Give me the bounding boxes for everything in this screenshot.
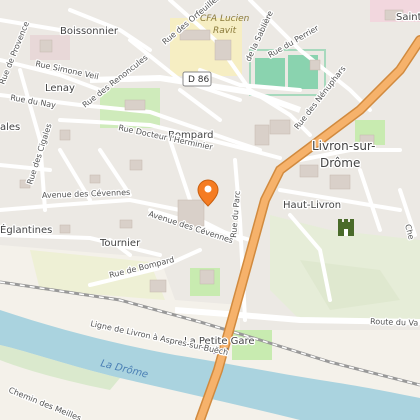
poi-label-cfa-line2: Ravit [213, 26, 237, 36]
place-label-ales: ales [0, 122, 20, 133]
town-label-livron-line2: Drôme [320, 156, 360, 170]
castle-icon [338, 219, 354, 236]
map-canvas[interactable]: Boissonnier Lenay Bompard Tournier Églan… [0, 0, 420, 420]
svg-text:D 86: D 86 [188, 75, 210, 85]
place-label-haut-livron: Haut-Livron [283, 200, 341, 211]
place-label-boissonnier: Boissonnier [60, 26, 119, 37]
map-svg[interactable]: Boissonnier Lenay Bompard Tournier Églan… [0, 0, 420, 420]
place-label-lenay: Lenay [45, 83, 75, 94]
road-label-route-du-va: Route du Va [370, 317, 419, 328]
road-shield-d86: D 86 [182, 71, 212, 87]
town-label-livron-line1: Livron-sur- [312, 139, 375, 153]
poi-label-cfa-line1: CFA Lucien [200, 14, 250, 24]
sports-pitch-1 [255, 58, 285, 88]
place-label-eglantines: Églantines [0, 223, 52, 236]
place-label-tournier: Tournier [99, 238, 141, 249]
place-label-saint: Saint [396, 12, 420, 23]
